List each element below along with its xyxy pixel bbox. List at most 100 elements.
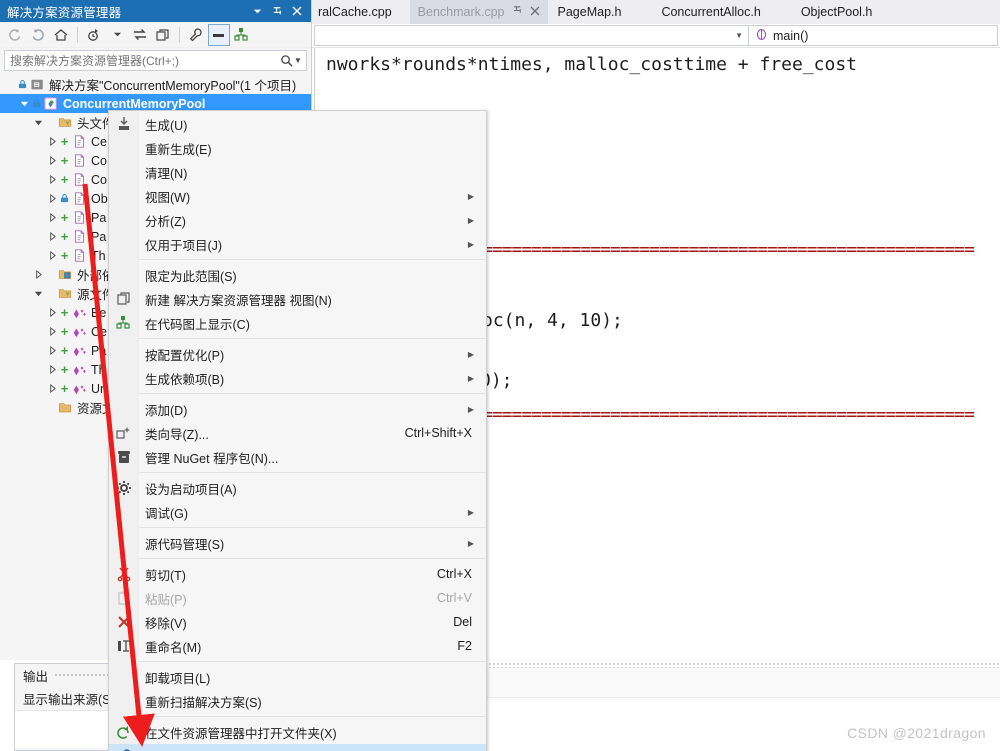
menu-item[interactable]: 生成依赖项(B) ▶ <box>109 366 486 390</box>
editor-navigation-bar[interactable]: ▼ main() <box>312 24 1000 48</box>
code-map-icon[interactable] <box>231 24 253 46</box>
menu-item[interactable]: 清理(N) <box>109 160 486 184</box>
twisty-expanded-icon[interactable] <box>18 99 31 108</box>
twisty-collapsed-icon[interactable] <box>46 137 59 146</box>
menu-item[interactable]: 视图(W) ▶ <box>109 184 486 208</box>
chevron-down-icon[interactable] <box>247 1 267 21</box>
twisty-collapsed-icon[interactable] <box>46 346 59 355</box>
cpp-file-icon <box>70 306 88 320</box>
menu-item[interactable]: 重新生成(E) <box>109 136 486 160</box>
tree-item[interactable]: 解决方案"ConcurrentMemoryPool"(1 个项目) <box>0 75 311 94</box>
menu-item[interactable]: 在代码图上显示(C) <box>109 311 486 335</box>
menu-item[interactable]: 新建 解决方案资源管理器 视图(N) <box>109 287 486 311</box>
menu-item[interactable]: 仅用于项目(J) ▶ <box>109 232 486 256</box>
show-all-files-icon[interactable] <box>208 23 230 46</box>
twisty-collapsed-icon[interactable] <box>46 308 59 317</box>
menu-item[interactable]: 剪切(T) Ctrl+X <box>109 562 486 586</box>
editor-tab[interactable]: ObjectPool.h <box>790 0 883 24</box>
menu-item-shortcut: Ctrl+Shift+X <box>404 426 472 440</box>
twisty-collapsed-icon[interactable] <box>46 194 59 203</box>
menu-item-label: 重新生成(E) <box>145 142 212 157</box>
scope-dropdown[interactable]: ▼ <box>314 25 748 46</box>
menu-item-label: 管理 NuGet 程序包(N)... <box>145 451 279 466</box>
cpp-file-icon <box>70 363 88 377</box>
twisty-collapsed-icon[interactable] <box>46 156 59 165</box>
member-dropdown[interactable]: main() <box>748 25 998 46</box>
menu-item-label: 卸载项目(L) <box>145 671 211 686</box>
twisty-collapsed-icon[interactable] <box>46 365 59 374</box>
gear-icon <box>109 480 139 496</box>
menu-item[interactable]: 卸载项目(L) <box>109 665 486 689</box>
submenu-arrow-icon: ▶ <box>467 538 474 548</box>
search-input[interactable] <box>10 53 278 68</box>
menu-item[interactable]: 在文件资源管理器中打开文件夹(X) <box>109 720 486 744</box>
sync-icon[interactable] <box>129 24 151 46</box>
home-icon[interactable] <box>50 24 72 46</box>
menu-item[interactable]: 设为启动项目(A) <box>109 476 486 500</box>
pin-icon[interactable] <box>267 1 287 21</box>
tree-item-label: Th <box>91 362 106 377</box>
submenu-arrow-icon: ▶ <box>467 349 474 359</box>
tree-item-label: Pa <box>91 343 107 358</box>
chevron-down-icon[interactable]: ▼ <box>294 56 304 65</box>
twisty-collapsed-icon[interactable] <box>46 232 59 241</box>
menu-item[interactable]: 管理 NuGet 程序包(N)... <box>109 445 486 469</box>
source-control-add-icon: + <box>60 361 69 377</box>
cpp-file-icon <box>70 344 88 358</box>
menu-item-label: 添加(D) <box>145 403 188 418</box>
menu-separator <box>139 527 486 528</box>
menu-item[interactable]: 生成(U) <box>109 112 486 136</box>
pending-changes-icon[interactable] <box>83 24 105 46</box>
close-icon[interactable] <box>287 1 307 21</box>
editor-tab[interactable]: Benchmark.cpp <box>409 0 548 24</box>
menu-item-label: 重新扫描解决方案(S) <box>145 695 262 710</box>
tree-item-label: Un <box>91 381 107 396</box>
twisty-collapsed-icon[interactable] <box>46 251 59 260</box>
editor-tab[interactable]: PageMap.h <box>547 0 650 24</box>
menu-item-label: 粘贴(P) <box>145 592 187 607</box>
menu-item: 粘贴(P) Ctrl+V <box>109 586 486 610</box>
menu-item[interactable]: 分析(Z) ▶ <box>109 208 486 232</box>
editor-tab-label: ralCache.cpp <box>318 5 392 19</box>
twisty-collapsed-icon[interactable] <box>46 384 59 393</box>
solution-icon <box>28 78 46 92</box>
tree-item-label: Th <box>91 248 106 263</box>
menu-item[interactable]: 移除(V) Del <box>109 610 486 634</box>
menu-item-shortcut: Ctrl+X <box>436 567 472 581</box>
menu-item[interactable]: 类向导(Z)... Ctrl+Shift+X <box>109 421 486 445</box>
header-file-icon <box>70 248 88 263</box>
solution-explorer-toolbar[interactable] <box>0 22 311 48</box>
refresh-icon[interactable] <box>152 24 174 46</box>
tree-item-label: 解决方案"ConcurrentMemoryPool"(1 个项目) <box>49 79 297 93</box>
twisty-collapsed-icon[interactable] <box>32 270 45 279</box>
menu-item[interactable]: 重新扫描解决方案(S) <box>109 689 486 713</box>
source-control-add-icon: + <box>60 342 69 358</box>
editor-tabstrip[interactable]: ralCache.cpp Benchmark.cpp PageMap.h Concur… <box>312 0 1000 24</box>
menu-item-shortcut: Ctrl+V <box>436 591 472 605</box>
search-icon[interactable] <box>278 54 294 67</box>
forward-icon[interactable] <box>27 24 49 46</box>
twisty-collapsed-icon[interactable] <box>46 213 59 222</box>
search-box[interactable]: ▼ <box>4 50 307 71</box>
menu-item[interactable]: 源代码管理(S) ▶ <box>109 531 486 555</box>
editor-tab[interactable]: ralCache.cpp <box>312 0 410 24</box>
editor-tab[interactable]: ConcurrentAlloc.h <box>649 0 791 24</box>
menu-item[interactable]: 属性(R) <box>109 744 486 751</box>
menu-item[interactable]: 添加(D) ▶ <box>109 397 486 421</box>
menu-item-label: 调试(G) <box>145 506 189 521</box>
menu-item[interactable]: 限定为此范围(S) <box>109 263 486 287</box>
menu-item[interactable]: 重命名(M) F2 <box>109 634 486 658</box>
menu-item[interactable]: 按配置优化(P) ▶ <box>109 342 486 366</box>
chevron-down-icon[interactable] <box>106 24 128 46</box>
twisty-expanded-icon[interactable] <box>32 289 45 298</box>
back-icon[interactable] <box>4 24 26 46</box>
project-context-menu[interactable]: 生成(U) 重新生成(E) 清理(N) 视图(W) ▶ 分析(Z) ▶ 仅用于项目(J) ▶ 限定… <box>108 110 487 751</box>
menu-separator <box>139 716 486 717</box>
pin-icon[interactable] <box>512 5 523 19</box>
twisty-expanded-icon[interactable] <box>32 118 45 127</box>
properties-icon[interactable] <box>185 24 207 46</box>
close-icon[interactable] <box>530 5 540 19</box>
twisty-collapsed-icon[interactable] <box>46 327 59 336</box>
twisty-collapsed-icon[interactable] <box>46 175 59 184</box>
menu-item[interactable]: 调试(G) ▶ <box>109 500 486 524</box>
